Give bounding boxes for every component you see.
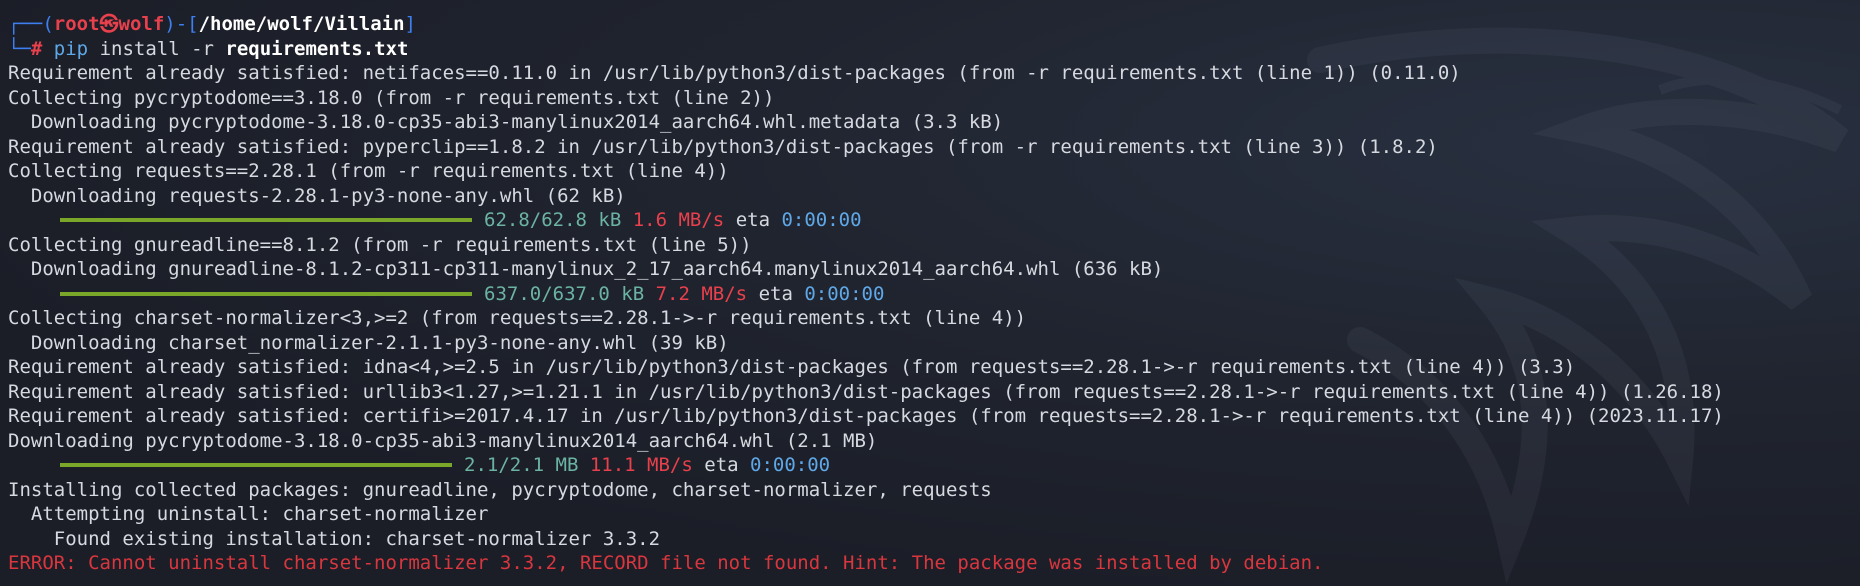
terminal-window[interactable]: ┌──(root㉿wolf)-[/home/wolf/Villain] └─# …	[0, 0, 1860, 586]
prompt-frame-top: ┌──(	[8, 13, 54, 35]
progress-size: 637.0/637.0 kB	[484, 282, 645, 305]
command-file: requirements.txt	[225, 37, 409, 60]
progress-eta-label: eta	[758, 282, 793, 305]
prompt-hash: #	[30, 37, 43, 60]
error-line: ERROR: Cannot uninstall charset-normaliz…	[8, 552, 1324, 574]
progress-size: 62.8/62.8 kB	[484, 209, 622, 231]
progress-bar	[60, 463, 452, 468]
output-line: Collecting charset-normalizer<3,>=2 (fro…	[8, 307, 1027, 329]
output-line: Collecting pycryptodome==3.18.0 (from -r…	[8, 86, 775, 109]
output-line: Found existing installation: charset-nor…	[8, 527, 661, 550]
progress-eta: 0:00:00	[750, 454, 831, 476]
progress-eta-label: eta	[735, 209, 771, 231]
progress-size: 2.1/2.1 MB	[464, 454, 579, 476]
progress-eta: 0:00:00	[781, 209, 862, 231]
output-line: Requirement already satisfied: certifi>=…	[8, 405, 1724, 427]
progress-bar	[60, 218, 472, 223]
prompt-header-line: ┌──(root㉿wolf)-[/home/wolf/Villain]	[8, 12, 1860, 37]
output-line: Requirement already satisfied: netifaces…	[8, 62, 1461, 84]
command-line[interactable]: └─# pip install -r requirements.txt	[8, 37, 1860, 62]
progress-eta: 0:00:00	[804, 282, 885, 305]
output-line: Installing collected packages: gnureadli…	[8, 478, 992, 501]
prompt-bracket-close: ]	[404, 13, 416, 35]
progress-speed: 11.1 MB/s	[589, 454, 693, 476]
output-line: Collecting gnureadline==8.1.2 (from -r r…	[8, 233, 752, 256]
prompt-cwd: /home/wolf/Villain	[198, 13, 405, 35]
prompt-separator: )-[	[164, 13, 199, 35]
progress-speed: 7.2 MB/s	[655, 282, 748, 305]
prompt-user-host: root㉿wolf	[53, 13, 165, 35]
output-line: Downloading pycryptodome-3.18.0-cp35-abi…	[8, 111, 1004, 133]
output-line: Downloading charset_normalizer-2.1.1-py3…	[8, 331, 729, 354]
output-line: Requirement already satisfied: idna<4,>=…	[8, 356, 1576, 378]
progress-line: 637.0/637.0 kB 7.2 MB/s eta 0:00:00	[8, 282, 1860, 307]
command-name: pip	[53, 37, 89, 60]
output-line: Downloading gnureadline-8.1.2-cp311-cp31…	[8, 258, 1164, 280]
output-line: Requirement already satisfied: pyperclip…	[8, 135, 1438, 158]
command-args: install -r	[99, 37, 214, 60]
progress-bar	[60, 291, 472, 296]
output-line: Requirement already satisfied: urllib3<1…	[8, 380, 1724, 403]
progress-eta-label: eta	[704, 454, 739, 476]
progress-line: 2.1/2.1 MB 11.1 MB/s eta 0:00:00	[8, 453, 1860, 478]
prompt-frame-bottom: └─	[8, 37, 31, 60]
output-line: Attempting uninstall: charset-normalizer	[8, 503, 489, 525]
output-line: Collecting requests==2.28.1 (from -r req…	[8, 160, 729, 182]
progress-line: 62.8/62.8 kB 1.6 MB/s eta 0:00:00	[8, 208, 1860, 233]
progress-speed: 1.6 MB/s	[632, 209, 725, 231]
output-line: Downloading requests-2.28.1-py3-none-any…	[8, 184, 626, 207]
output-line: Downloading pycryptodome-3.18.0-cp35-abi…	[8, 429, 878, 452]
